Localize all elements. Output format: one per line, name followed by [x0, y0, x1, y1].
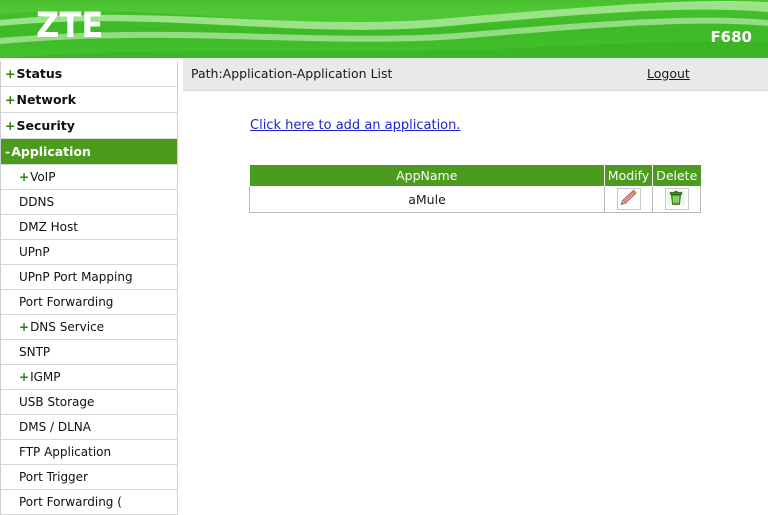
- sidebar-item-status[interactable]: +Status: [1, 61, 177, 87]
- sidebar-item-label: Status: [16, 66, 62, 81]
- breadcrumb: Path:Application-Application List: [191, 66, 392, 81]
- expand-icon: +: [19, 370, 29, 384]
- path-bar: Path:Application-Application List Logout: [183, 58, 768, 91]
- sidebar-item-label: UPnP: [19, 245, 50, 259]
- sidebar-item-dmz-host[interactable]: DMZ Host: [1, 215, 177, 240]
- column-header-delete: Delete: [653, 165, 701, 186]
- expand-icon: +: [19, 170, 29, 184]
- cell-delete: [653, 186, 701, 213]
- sidebar-item-label: IGMP: [30, 370, 60, 384]
- sidebar-item-sntp[interactable]: SNTP: [1, 340, 177, 365]
- sidebar-item-label: Port Trigger: [19, 470, 88, 484]
- sidebar-item-port-forwarding[interactable]: Port Forwarding: [1, 290, 177, 315]
- sidebar-item-ftp-application[interactable]: FTP Application: [1, 440, 177, 465]
- sidebar-item-label: Security: [16, 118, 74, 133]
- column-header-appname: AppName: [250, 165, 605, 186]
- sidebar-item-upnp-port-mapping[interactable]: UPnP Port Mapping: [1, 265, 177, 290]
- logout-link[interactable]: Logout: [647, 66, 690, 81]
- add-application-link[interactable]: Click here to add an application.: [250, 118, 461, 133]
- cell-modify: [605, 186, 653, 213]
- page-header: ZTE F680: [0, 0, 768, 58]
- sidebar-item-label: DMS / DLNA: [19, 420, 91, 434]
- sidebar-item-network[interactable]: +Network: [1, 87, 177, 113]
- sidebar-item-port-trigger[interactable]: Port Trigger: [1, 465, 177, 490]
- sidebar-item-label: Application: [11, 144, 91, 159]
- modify-button[interactable]: [617, 188, 641, 210]
- sidebar-item-label: Network: [16, 92, 76, 107]
- sidebar-item-dns-service[interactable]: +DNS Service: [1, 315, 177, 340]
- model-label: F680: [710, 28, 752, 46]
- sidebar-item-label: Port Forwarding (: [19, 495, 122, 509]
- sidebar-item-label: DDNS: [19, 195, 54, 209]
- content-panel: Path:Application-Application List Logout…: [183, 58, 768, 512]
- delete-button[interactable]: [665, 188, 689, 210]
- sidebar-item-ddns[interactable]: DDNS: [1, 190, 177, 215]
- sidebar-item-label: VoIP: [30, 170, 55, 184]
- trash-icon: [666, 189, 686, 207]
- expand-icon: +: [5, 118, 15, 133]
- banner-decoration: [0, 0, 768, 58]
- table-row: aMule: [250, 186, 701, 213]
- cell-appname: aMule: [250, 186, 605, 213]
- application-list-table: AppName Modify Delete aMule: [249, 165, 701, 213]
- sidebar-item-label: UPnP Port Mapping: [19, 270, 133, 284]
- sidebar-item-dms-dlna[interactable]: DMS / DLNA: [1, 415, 177, 440]
- sidebar-item-igmp[interactable]: +IGMP: [1, 365, 177, 390]
- sidebar-item-usb-storage[interactable]: USB Storage: [1, 390, 177, 415]
- sidebar-item-upnp[interactable]: UPnP: [1, 240, 177, 265]
- sidebar-item-voip[interactable]: +VoIP: [1, 165, 177, 190]
- expand-icon: +: [19, 320, 29, 334]
- sidebar-item-port-forwarding[interactable]: Port Forwarding (: [1, 490, 177, 515]
- table-header-row: AppName Modify Delete: [250, 165, 701, 186]
- sidebar-item-label: DMZ Host: [19, 220, 78, 234]
- sidebar-item-label: SNTP: [19, 345, 50, 359]
- sidebar-nav: +Status+Network+Security-Application+VoI…: [0, 61, 178, 515]
- pencil-icon: [618, 189, 638, 207]
- sidebar-item-application[interactable]: -Application: [1, 139, 177, 165]
- expand-icon: +: [5, 92, 15, 107]
- sidebar-item-label: FTP Application: [19, 445, 111, 459]
- column-header-modify: Modify: [605, 165, 653, 186]
- expand-icon: +: [5, 66, 15, 81]
- sidebar-item-label: Port Forwarding: [19, 295, 113, 309]
- sidebar-item-label: DNS Service: [30, 320, 104, 334]
- zte-logo: ZTE: [36, 6, 103, 46]
- collapse-icon: -: [5, 144, 10, 159]
- sidebar-item-label: USB Storage: [19, 395, 94, 409]
- sidebar-item-security[interactable]: +Security: [1, 113, 177, 139]
